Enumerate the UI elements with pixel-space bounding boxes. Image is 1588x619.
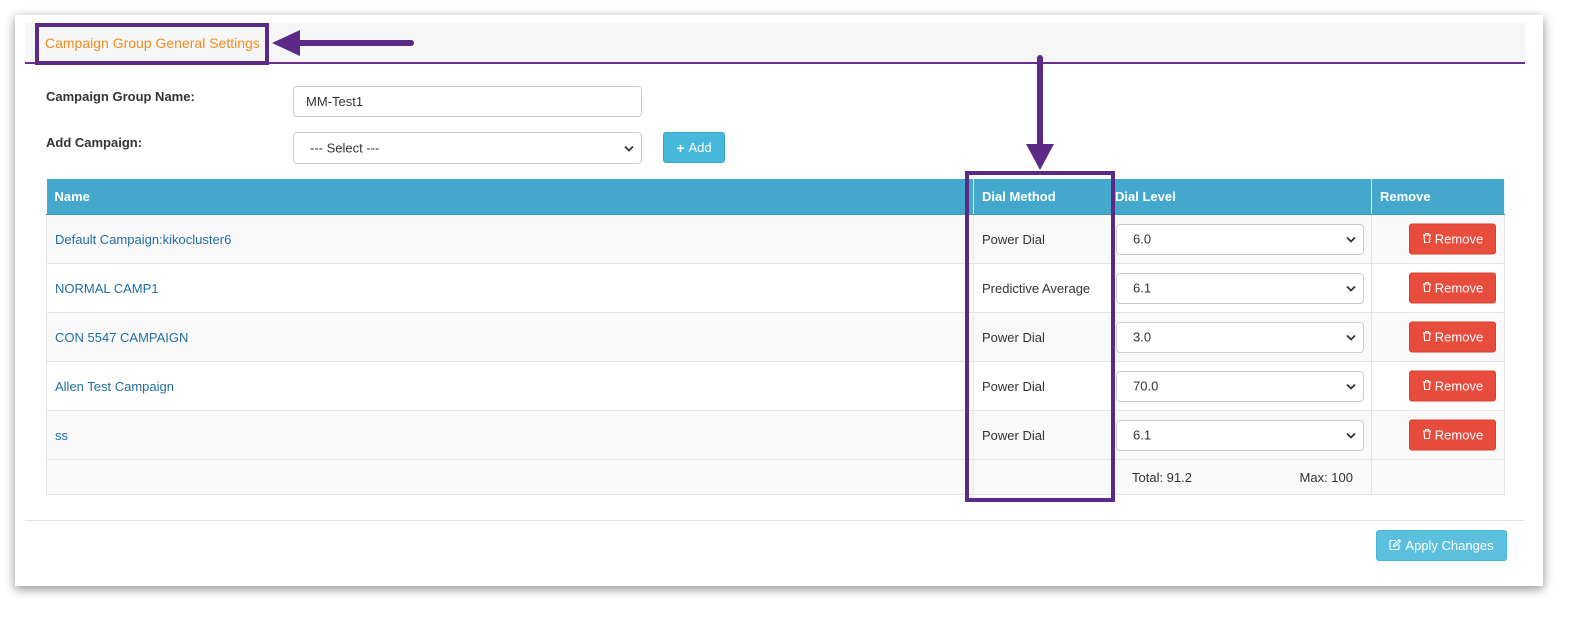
campaign-name-link[interactable]: Default Campaign:kikocluster6 <box>55 232 231 247</box>
table-row: CON 5547 CAMPAIGN Power Dial 3.0 Remove <box>46 312 1505 362</box>
add-campaign-select-value: --- Select --- <box>310 140 380 156</box>
trash-icon <box>1422 281 1432 296</box>
table-row: Default Campaign:kikocluster6 Power Dial… <box>46 214 1505 264</box>
remove-button-label: Remove <box>1434 427 1484 443</box>
campaign-name-link[interactable]: NORMAL CAMP1 <box>55 281 159 296</box>
dial-level-value: 6.1 <box>1133 280 1152 296</box>
dial-level-select[interactable]: 6.1 <box>1116 272 1364 304</box>
chevron-down-icon <box>1346 379 1356 394</box>
add-campaign-button[interactable]: + Add <box>663 132 725 163</box>
dial-method-cell: Predictive Average <box>973 263 1112 313</box>
plus-icon: + <box>676 139 685 156</box>
campaign-name-link[interactable]: Allen Test Campaign <box>55 379 174 394</box>
remove-button[interactable]: Remove <box>1409 419 1496 451</box>
campaign-table: Name Dial Method Dial Level Remove Defau… <box>46 179 1505 495</box>
table-row: Allen Test Campaign Power Dial 70.0 Remo… <box>46 361 1505 411</box>
chevron-down-icon <box>1346 281 1356 296</box>
apply-button-label: Apply Changes <box>1405 538 1494 553</box>
trash-icon <box>1422 379 1432 394</box>
remove-button[interactable]: Remove <box>1409 321 1496 353</box>
dial-level-value: 6.0 <box>1133 231 1152 247</box>
remove-button-label: Remove <box>1434 329 1484 345</box>
column-header-dial-level: Dial Level <box>1111 179 1372 215</box>
remove-button-label: Remove <box>1434 280 1484 296</box>
dial-method-cell: Power Dial <box>973 410 1112 460</box>
dial-level-max: Max: 100 <box>1299 469 1353 485</box>
apply-changes-button[interactable]: Apply Changes <box>1376 530 1507 561</box>
chevron-down-icon <box>1346 428 1356 443</box>
panel-heading: Campaign Group General Settings <box>25 23 1525 64</box>
add-campaign-label: Add Campaign: <box>46 135 143 150</box>
column-header-remove: Remove <box>1371 179 1505 215</box>
group-name-label: Campaign Group Name: <box>46 89 195 104</box>
chevron-down-icon <box>624 141 634 156</box>
dial-level-total: Total: 91.2 <box>1132 469 1192 485</box>
add-button-label: Add <box>688 140 712 155</box>
dial-level-select[interactable]: 6.0 <box>1116 223 1364 255</box>
column-header-dial-method: Dial Method <box>973 179 1112 215</box>
table-row: ss Power Dial 6.1 Remove <box>46 410 1505 460</box>
totals-row: Total: 91.2 Max: 100 <box>46 459 1505 495</box>
chevron-down-icon <box>1346 232 1356 247</box>
remove-button[interactable]: Remove <box>1409 370 1496 402</box>
dial-level-select[interactable]: 3.0 <box>1116 321 1364 353</box>
footer-divider <box>25 520 1525 521</box>
chevron-down-icon <box>1346 330 1356 345</box>
remove-button-label: Remove <box>1434 378 1484 394</box>
table-header-row: Name Dial Method Dial Level Remove <box>46 179 1505 215</box>
dial-level-value: 70.0 <box>1133 378 1159 394</box>
dial-level-select[interactable]: 6.1 <box>1116 419 1364 451</box>
trash-icon <box>1422 232 1432 247</box>
trash-icon <box>1422 428 1432 443</box>
remove-button[interactable]: Remove <box>1409 272 1496 304</box>
dial-level-select[interactable]: 70.0 <box>1116 370 1364 402</box>
dial-level-value: 3.0 <box>1133 329 1152 345</box>
dial-method-cell: Power Dial <box>973 214 1112 264</box>
dial-method-cell: Power Dial <box>973 312 1112 362</box>
group-name-input[interactable] <box>293 86 642 117</box>
dial-method-cell: Power Dial <box>973 361 1112 411</box>
edit-icon <box>1389 538 1402 553</box>
column-header-name: Name <box>46 179 974 215</box>
campaign-name-link[interactable]: CON 5547 CAMPAIGN <box>55 330 188 345</box>
trash-icon <box>1422 330 1432 345</box>
settings-panel: Campaign Group General Settings Campaign… <box>15 15 1543 586</box>
remove-button-label: Remove <box>1434 231 1484 247</box>
remove-button[interactable]: Remove <box>1409 223 1496 255</box>
dial-level-value: 6.1 <box>1133 427 1152 443</box>
campaign-name-link[interactable]: ss <box>55 428 68 443</box>
page-title: Campaign Group General Settings <box>45 35 260 51</box>
table-row: NORMAL CAMP1 Predictive Average 6.1 Remo… <box>46 263 1505 313</box>
add-campaign-select[interactable]: --- Select --- <box>293 132 642 164</box>
